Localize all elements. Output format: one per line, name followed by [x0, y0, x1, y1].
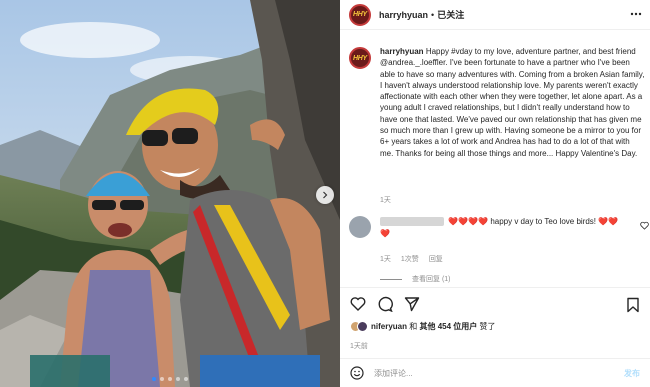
commenter-avatar[interactable] — [349, 216, 371, 238]
author-avatar[interactable]: HHY — [349, 3, 371, 26]
view-replies-label[interactable]: 查看回复 (1) — [412, 274, 451, 284]
likes-others[interactable]: 其他 454 位用户 — [419, 322, 477, 331]
caption-avatar[interactable]: HHY — [349, 47, 371, 69]
likes-summary: niferyuan 和 其他 454 位用户 赞了 — [350, 321, 496, 332]
avatar-monogram: HHY — [353, 54, 367, 62]
liker-username[interactable]: niferyuan — [371, 322, 407, 331]
comment-hearts: ❤️❤️❤️❤️ — [448, 217, 489, 226]
action-bar — [340, 287, 650, 319]
post-header: HHY harryhyuan • 已关注 — [340, 0, 650, 30]
more-icon[interactable] — [630, 8, 642, 20]
post-sidebar: HHY harryhyuan • 已关注 HHY harryhyuan Happ… — [340, 0, 650, 387]
comment-item: ❤️❤️❤️❤️ happy v day to Teo love birds! … — [349, 216, 649, 240]
caption-username[interactable]: harryhyuan — [380, 47, 424, 56]
add-comment-input[interactable]: 添加评论... — [374, 368, 413, 379]
view-replies[interactable]: 查看回复 (1) — [380, 274, 451, 284]
author-username[interactable]: harryhyuan — [379, 10, 428, 20]
likes-conj: 和 — [409, 322, 418, 331]
likes-suffix: 赞了 — [479, 322, 496, 331]
comment-like-heart-icon[interactable] — [640, 221, 649, 230]
comment-timestamp: 1天 — [380, 256, 391, 263]
climbing-photo — [0, 0, 340, 387]
replies-divider — [380, 278, 402, 280]
comment-icon[interactable] — [377, 296, 393, 312]
avatar-monogram: HHY — [353, 11, 367, 18]
comment-reply-button[interactable]: 回复 — [429, 254, 443, 264]
add-comment-bar: 添加评论... 发布 — [340, 358, 650, 387]
carousel-dot — [176, 377, 180, 381]
post-photo[interactable] — [0, 0, 340, 387]
carousel-dot — [184, 377, 188, 381]
caption-body: Happy #vday to my love, adventure partne… — [380, 47, 645, 158]
carousel-dot — [160, 377, 164, 381]
bookmark-icon[interactable] — [626, 297, 640, 313]
post-timestamp: 1天前 — [350, 343, 368, 350]
post-comment-button[interactable]: 发布 — [624, 368, 640, 379]
emoji-icon[interactable] — [350, 366, 364, 380]
heart-icon[interactable] — [350, 296, 366, 312]
comment-text: ❤️❤️❤️❤️ happy v day to Teo love birds! … — [380, 216, 628, 240]
comment-meta: 1天 1次赞 回复 — [380, 254, 443, 264]
send-icon[interactable] — [404, 296, 420, 312]
comment-like-count[interactable]: 1次赞 — [401, 254, 419, 264]
commenter-username-redacted[interactable] — [380, 217, 444, 227]
chevron-right-icon — [323, 191, 328, 199]
likes-text: niferyuan 和 其他 454 位用户 赞了 — [371, 321, 496, 332]
carousel-dot — [168, 377, 172, 381]
follow-status[interactable]: 已关注 — [437, 8, 464, 21]
post-caption: HHY harryhyuan Happy #vday to my love, a… — [349, 46, 645, 159]
caption-text: harryhyuan Happy #vday to my love, adven… — [380, 46, 645, 159]
carousel-next-button[interactable] — [316, 186, 334, 204]
liker-avatar[interactable] — [357, 321, 368, 332]
carousel-indicator — [0, 377, 340, 381]
carousel-dot — [152, 377, 156, 381]
separator-dot: • — [431, 9, 435, 20]
caption-timestamp: 1天 — [380, 197, 391, 204]
